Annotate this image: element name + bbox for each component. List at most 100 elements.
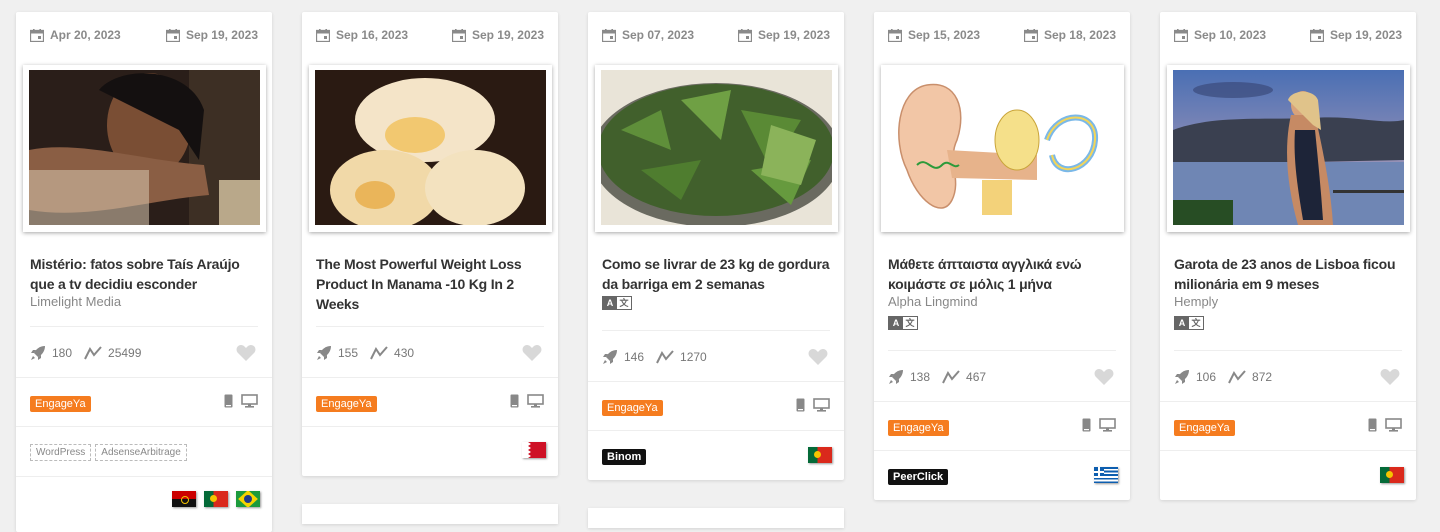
calendar-icon	[1310, 29, 1324, 42]
ad-thumbnail[interactable]	[595, 65, 838, 232]
trend-icon	[370, 346, 388, 360]
country-flags	[522, 442, 546, 458]
divider	[602, 330, 830, 331]
trend-count: 430	[394, 346, 415, 360]
divider	[316, 326, 544, 327]
ad-stats: 155 430	[316, 345, 426, 361]
country-flags	[1380, 467, 1404, 483]
ad-card[interactable]: Sep 10, 2023 Sep 19, 2023 Garota de 23 a…	[1160, 12, 1416, 500]
mobile-icon	[1368, 418, 1377, 432]
first-seen-text: Apr 20, 2023	[50, 28, 121, 42]
translate-icon[interactable]: A文	[602, 296, 632, 310]
calendar-icon	[1174, 29, 1188, 42]
first-seen-date: Sep 16, 2023	[316, 28, 408, 42]
last-seen-text: Sep 19, 2023	[185, 28, 258, 42]
ad-title[interactable]: Mistério: fatos sobre Taís Araújo que a …	[30, 254, 262, 294]
heart-icon[interactable]	[1380, 368, 1400, 386]
ad-stats: 146 1270	[602, 349, 719, 365]
divider	[1174, 350, 1402, 351]
ad-thumbnail[interactable]	[309, 65, 552, 232]
desktop-icon	[527, 394, 544, 408]
divider	[302, 426, 558, 427]
heart-icon[interactable]	[236, 344, 256, 362]
device-icons	[1368, 418, 1402, 432]
last-seen-text: Sep 19, 2023	[1329, 28, 1402, 42]
device-icons	[796, 398, 830, 412]
translate-icon[interactable]: A文	[888, 316, 918, 330]
ad-thumbnail[interactable]	[23, 65, 266, 232]
portugal-flag	[204, 491, 228, 507]
ad-source: Alpha Lingmind	[888, 294, 978, 309]
tag[interactable]: AdsenseArbitrage	[95, 444, 187, 461]
heart-icon[interactable]	[808, 348, 828, 366]
next-card	[588, 508, 844, 528]
first-seen-date: Sep 15, 2023	[888, 28, 980, 42]
rocket-icon	[30, 345, 46, 361]
last-seen-date: Sep 19, 2023	[166, 28, 258, 42]
launch-count: 138	[910, 370, 931, 384]
trend-count: 467	[966, 370, 987, 384]
ad-stats: 106 872	[1174, 369, 1284, 385]
platform-badge: EngageYa	[602, 400, 663, 416]
tracker-badge: PeerClick	[888, 469, 949, 485]
last-seen-date: Sep 19, 2023	[452, 28, 544, 42]
date-range: Sep 16, 2023 Sep 19, 2023	[302, 12, 558, 56]
device-icons	[510, 394, 544, 408]
first-seen-text: Sep 10, 2023	[1194, 28, 1267, 42]
device-icons	[1082, 418, 1116, 432]
calendar-icon	[1024, 29, 1038, 42]
last-seen-date: Sep 18, 2023	[1024, 28, 1116, 42]
mobile-icon	[1082, 418, 1091, 432]
launch-count: 146	[624, 350, 645, 364]
desktop-icon	[241, 394, 258, 408]
rocket-icon	[316, 345, 332, 361]
bahrain-flag	[522, 442, 546, 458]
divider	[588, 430, 844, 431]
ad-stats: 180 25499	[30, 345, 153, 361]
brazil-flag	[236, 491, 260, 507]
rocket-icon	[602, 349, 618, 365]
last-seen-text: Sep 19, 2023	[471, 28, 544, 42]
next-card	[302, 504, 558, 524]
mobile-icon	[224, 394, 233, 408]
ad-thumbnail[interactable]	[1167, 65, 1410, 232]
heart-icon[interactable]	[522, 344, 542, 362]
ad-title[interactable]: Garota de 23 anos de Lisboa ficou milion…	[1174, 254, 1406, 294]
trend-count: 1270	[680, 350, 707, 364]
date-range: Sep 07, 2023 Sep 19, 2023	[588, 12, 844, 56]
last-seen-text: Sep 19, 2023	[757, 28, 830, 42]
divider	[16, 377, 272, 378]
ad-card[interactable]: Apr 20, 2023 Sep 19, 2023 Mistério: fato…	[16, 12, 272, 532]
rocket-icon	[888, 369, 904, 385]
portugal-flag	[1380, 467, 1404, 483]
first-seen-date: Sep 07, 2023	[602, 28, 694, 42]
calendar-icon	[30, 29, 44, 42]
product-photo	[315, 70, 546, 225]
last-seen-text: Sep 18, 2023	[1043, 28, 1116, 42]
ad-card[interactable]: Sep 15, 2023 Sep 18, 2023 Μάθετε άπταιστ…	[874, 12, 1130, 500]
trend-icon	[84, 346, 102, 360]
calendar-icon	[166, 29, 180, 42]
tag[interactable]: WordPress	[30, 444, 92, 461]
mobile-icon	[796, 398, 805, 412]
first-seen-date: Sep 10, 2023	[1174, 28, 1266, 42]
platform-badge: EngageYa	[316, 396, 377, 412]
trend-count: 872	[1252, 370, 1273, 384]
ad-card[interactable]: Sep 16, 2023 Sep 19, 2023 The Most Power…	[302, 12, 558, 476]
desktop-icon	[1385, 418, 1402, 432]
divider	[1160, 450, 1416, 451]
translate-icon[interactable]: A文	[1174, 316, 1204, 330]
ad-title[interactable]: Μάθετε άπταιστα αγγλικά ενώ κοιμάστε σε …	[888, 254, 1120, 294]
ad-title[interactable]: Como se livrar de 23 kg de gordura da ba…	[602, 254, 834, 294]
portugal-flag	[808, 447, 832, 463]
launch-count: 106	[1196, 370, 1217, 384]
date-range: Sep 10, 2023 Sep 19, 2023	[1160, 12, 1416, 56]
first-seen-text: Sep 07, 2023	[622, 28, 695, 42]
heart-icon[interactable]	[1094, 368, 1114, 386]
ad-title[interactable]: The Most Powerful Weight Loss Product In…	[316, 254, 548, 314]
launch-count: 180	[52, 346, 73, 360]
ad-card[interactable]: Sep 07, 2023 Sep 19, 2023 Como se livrar…	[588, 12, 844, 480]
last-seen-date: Sep 19, 2023	[738, 28, 830, 42]
first-seen-text: Sep 16, 2023	[336, 28, 409, 42]
ad-thumbnail[interactable]	[881, 65, 1124, 232]
